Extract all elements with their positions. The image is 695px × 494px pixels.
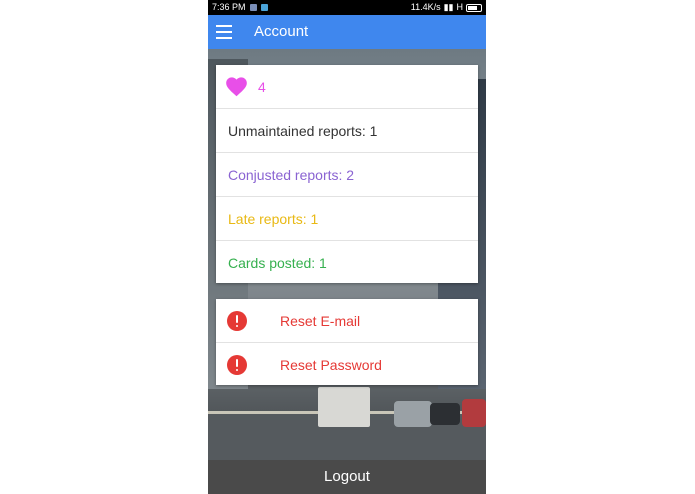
likes-row: 4 (216, 65, 478, 109)
unmaintained-reports: Unmaintained reports: 1 (216, 109, 478, 153)
status-time: 7:36 PM (212, 2, 246, 12)
signal-icon: ▮▮ (443, 2, 454, 12)
notification-icon (250, 4, 257, 11)
status-bar: 7:36 PM 11.4K/s ▮▮ H (208, 0, 486, 15)
net-speed: 11.4K/s (410, 2, 441, 12)
stats-card: 4 Unmaintained reports: 1 Conjusted repo… (216, 65, 478, 283)
likes-count: 4 (258, 79, 266, 95)
gallery-icon (261, 4, 268, 11)
reset-password-label: Reset Password (280, 357, 382, 373)
congested-reports: Conjusted reports: 2 (216, 153, 478, 197)
reset-password-button[interactable]: Reset Password (216, 343, 478, 387)
late-reports: Late reports: 1 (216, 197, 478, 241)
app-bar: Account (208, 15, 486, 49)
alert-icon (227, 311, 247, 331)
cards-posted: Cards posted: 1 (228, 255, 327, 271)
menu-icon[interactable] (216, 25, 232, 39)
logout-button[interactable]: Logout (208, 460, 486, 494)
battery-icon (466, 3, 482, 12)
alert-icon (227, 355, 247, 375)
page-title: Account (254, 23, 309, 40)
reset-email-button[interactable]: Reset E-mail (216, 299, 478, 343)
account-actions-card: Reset E-mail Reset Password (216, 299, 478, 385)
reset-email-label: Reset E-mail (280, 313, 361, 329)
network-type: H (456, 2, 464, 12)
heart-icon (226, 77, 247, 97)
phone-screen: 7:36 PM 11.4K/s ▮▮ H Account 4 Unmaintai… (208, 0, 486, 494)
